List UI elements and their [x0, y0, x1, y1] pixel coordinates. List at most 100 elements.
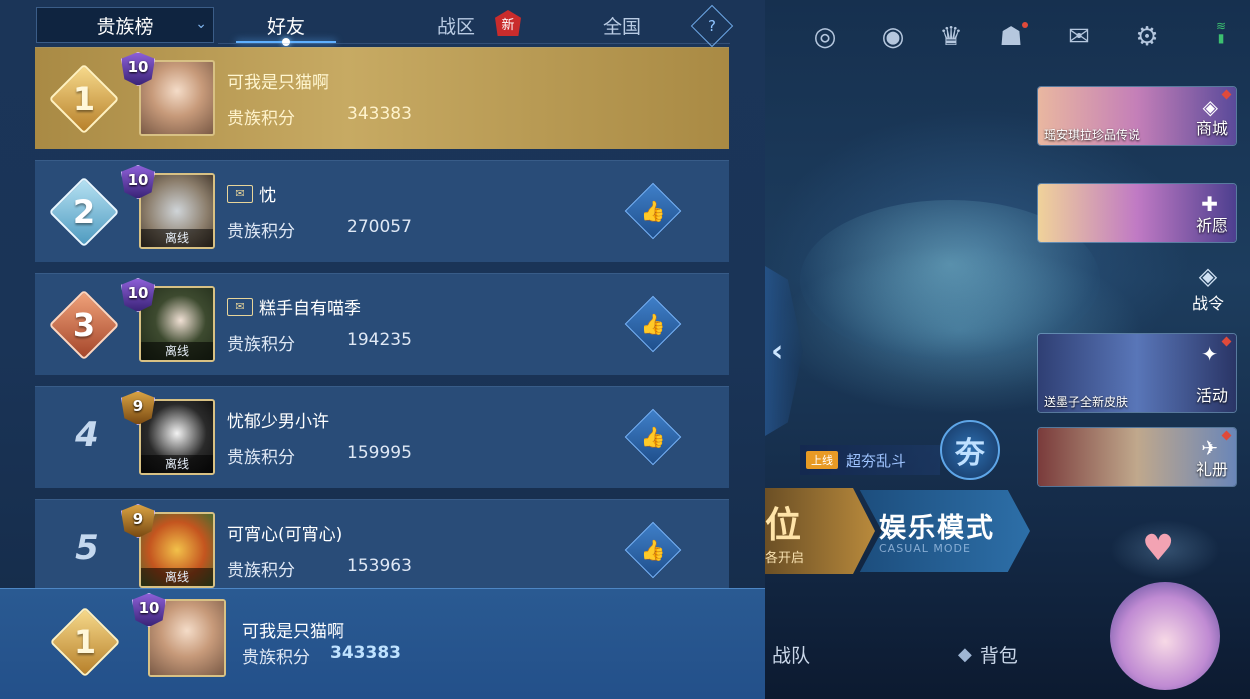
leaderboard-row[interactable]: 3 离线 10 ✉ 糕手自有喵季 贵族积分 194235 👍 [35, 273, 729, 375]
gift-book-label: 礼册 [1195, 460, 1228, 479]
noble-level-badge: 10 [117, 163, 159, 203]
battle-pass-button[interactable]: ◈ 战令 [1180, 262, 1236, 314]
mail-icon[interactable]: ✉ [1060, 18, 1098, 56]
leaderboard-tabbar: 贵族榜 ⌄ 好友 战区 新 全国 ? [36, 4, 734, 48]
score-value: 343383 [347, 104, 412, 124]
trophy-icon[interactable]: ♛ [932, 18, 970, 56]
rank-medal-bronze: 3 [48, 289, 120, 361]
rank-number: 3 [72, 306, 96, 344]
mascot-avatar [1110, 582, 1220, 690]
my-rank-footer: 1 10 可我是只猫啊 贵族积分 343383 [0, 588, 765, 699]
offline-status: 离线 [141, 568, 213, 586]
battle-pass-icon: ◈ [1198, 262, 1218, 290]
tab-region-label: 战区 [436, 15, 475, 38]
my-rank-number: 1 [73, 623, 97, 661]
heart-icon: ♥ [1142, 528, 1175, 569]
leaderboard-panel: 贵族榜 ⌄ 好友 战区 新 全国 ? 1 10 可我是只猫啊 贵族积分 3433… [0, 0, 765, 699]
leaderboard-row[interactable]: 4 离线 9 忧郁少男小许 贵族积分 159995 👍 [35, 386, 729, 488]
my-score-value: 343383 [330, 643, 401, 663]
shop-card[interactable]: ◈ 瑶安琪拉珍品传说 商城 [1037, 86, 1237, 146]
tab-region[interactable]: 战区 [406, 7, 506, 43]
offline-status: 离线 [141, 455, 213, 473]
battle-pass-label: 战令 [1191, 294, 1224, 313]
noble-level-badge: 9 [117, 502, 159, 542]
score-label: 贵族积分 [227, 335, 295, 355]
my-player-name: 可我是只猫啊 [242, 622, 344, 642]
thumbs-up-icon: 👍 [640, 538, 666, 562]
gift-book-card[interactable]: ✈ 礼册 [1037, 427, 1237, 487]
rank-mode-title: 位 [765, 505, 802, 546]
like-button[interactable]: 👍 [624, 182, 682, 240]
event-card[interactable]: ✦ 送墨子全新皮肤 活动 [1037, 333, 1237, 413]
leaderboard-row[interactable]: 5 离线 9 可宵心(可宵心) 贵族积分 153963 👍 [35, 499, 729, 588]
chevron-left-icon: ‹ [771, 333, 784, 369]
settings-icon[interactable]: ⚙ [1128, 18, 1166, 56]
score-label: 贵族积分 [227, 561, 295, 581]
team-chat-icon: ✉ [227, 297, 253, 316]
bag-nav-button[interactable]: ◆ 背包 [958, 632, 1018, 676]
team-chat-icon: ✉ [227, 184, 253, 203]
wish-label: 祈愿 [1195, 216, 1228, 235]
gift-icon: ✦ [1201, 342, 1218, 366]
friends-icon[interactable]: ☗ [992, 18, 1030, 56]
noble-level-badge: 10 [117, 276, 159, 316]
player-name: ✉ 忱 [227, 181, 276, 206]
leaderboard-type-dropdown[interactable]: 贵族榜 ⌄ [36, 7, 214, 43]
rank-medal-gold: 1 [48, 63, 120, 135]
tab-divider [218, 43, 730, 44]
my-noble-level-badge: 10 [128, 591, 170, 631]
player-name: 可宵心(可宵心) [227, 525, 343, 545]
event-badge[interactable]: 夯 [940, 420, 1000, 480]
tab-friends-label: 好友 [266, 15, 305, 38]
event-caption: 送墨子全新皮肤 [1044, 395, 1129, 409]
dropdown-label: 贵族榜 [96, 15, 154, 38]
event-text: 超夯乱斗 [846, 451, 907, 470]
wish-card[interactable]: ✚ 祈愿 [1037, 183, 1237, 243]
leaderboard-row[interactable]: 1 10 可我是只猫啊 贵族积分 343383 [35, 47, 729, 149]
eye-icon[interactable]: ◉ [874, 18, 912, 56]
casual-mode-title: 娱乐模式 [879, 513, 995, 544]
chevron-down-icon: ⌄ [195, 16, 207, 32]
player-name: 可我是只猫啊 [227, 73, 329, 93]
player-name: 忧郁少男小许 [227, 412, 329, 432]
score-value: 159995 [347, 443, 412, 463]
bag-icon: ◆ [958, 643, 972, 665]
rank-number: 4 [75, 415, 99, 455]
thumbs-up-icon: 👍 [640, 199, 666, 223]
casual-mode-subtitle: CASUAL MODE [879, 542, 971, 555]
rank-mode-button[interactable]: 位 各开启 [765, 488, 875, 574]
rank-medal-silver: 2 [48, 176, 120, 248]
event-label: 活动 [1195, 386, 1228, 405]
noble-level-badge: 9 [117, 389, 159, 429]
thumbs-up-icon: 👍 [640, 425, 666, 449]
target-icon[interactable]: ◎ [806, 18, 844, 56]
event-strip[interactable]: 上线 超夯乱斗 [800, 445, 940, 475]
rank-number: 2 [72, 193, 96, 231]
rank-medal-gold: 1 [49, 606, 121, 678]
bag-label: 背包 [979, 644, 1018, 667]
tab-active-dot [282, 38, 290, 46]
shop-label: 商城 [1195, 119, 1228, 138]
my-score-label: 贵族积分 [242, 648, 310, 668]
noble-level-badge: 10 [117, 50, 159, 90]
rank-number: 1 [72, 80, 96, 118]
rank-mode-subtitle: 各开启 [765, 551, 805, 566]
like-button[interactable]: 👍 [624, 408, 682, 466]
score-value: 270057 [347, 217, 412, 237]
score-value: 194235 [347, 330, 412, 350]
shop-caption: 瑶安琪拉珍品传说 [1044, 128, 1141, 142]
help-icon[interactable]: ? [690, 4, 734, 48]
network-battery-icon: ≋ ▮ [1215, 19, 1227, 45]
like-button[interactable]: 👍 [624, 295, 682, 353]
score-label: 贵族积分 [227, 448, 295, 468]
offline-status: 离线 [141, 342, 213, 360]
leaderboard-row[interactable]: 2 离线 10 ✉ 忱 贵族积分 270057 👍 [35, 160, 729, 262]
like-button[interactable]: 👍 [624, 521, 682, 579]
mascot-character[interactable]: ♥ [1100, 520, 1230, 690]
tab-national-label: 全国 [602, 15, 641, 38]
team-label: 战队 [772, 644, 811, 667]
team-nav-button[interactable]: 战队 [772, 632, 810, 676]
player-name: ✉ 糕手自有喵季 [227, 294, 361, 319]
tab-friends[interactable]: 好友 [226, 7, 346, 46]
tab-national[interactable]: 全国 [572, 7, 672, 43]
